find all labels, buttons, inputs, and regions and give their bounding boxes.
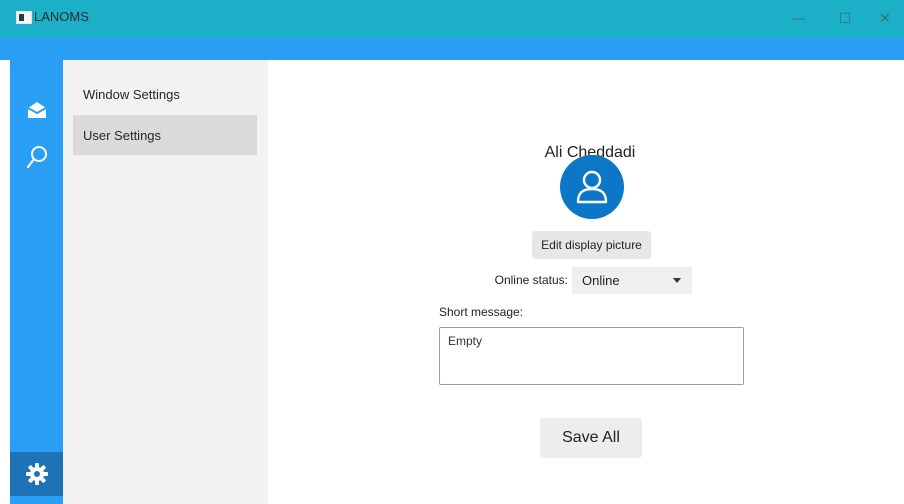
- online-status-value: Online: [582, 273, 620, 288]
- nav-item-settings[interactable]: [10, 452, 63, 496]
- window-title: LANOMS: [34, 9, 89, 24]
- online-status-label: Online status:: [494, 273, 568, 287]
- gear-icon: [25, 463, 48, 485]
- short-message-field[interactable]: Empty: [439, 327, 744, 385]
- app-icon: [16, 11, 32, 24]
- header-bar: [0, 38, 904, 60]
- short-message-value: Empty: [448, 334, 483, 348]
- title-bar: LANOMS — ☐ ✕: [0, 0, 904, 38]
- settings-side-panel: Window Settings User Settings: [63, 60, 268, 504]
- edit-display-picture-button[interactable]: Edit display picture: [532, 231, 651, 259]
- sidebar-item-window-settings[interactable]: Window Settings: [73, 72, 257, 108]
- envelope-open-icon: [27, 102, 46, 118]
- search-icon: [26, 146, 47, 169]
- chevron-down-icon: [673, 278, 681, 283]
- minimize-button[interactable]: —: [776, 0, 822, 38]
- nav-item-search[interactable]: [10, 138, 63, 178]
- close-button[interactable]: ✕: [862, 0, 904, 38]
- online-status-select[interactable]: Online: [572, 267, 692, 294]
- avatar: [560, 155, 624, 219]
- save-all-button[interactable]: Save All: [540, 418, 642, 458]
- user-icon: [576, 170, 608, 204]
- short-message-label: Short message:: [439, 305, 524, 319]
- sidebar-item-user-settings[interactable]: User Settings: [73, 115, 257, 155]
- nav-rail: [10, 60, 63, 504]
- nav-item-inbox[interactable]: [10, 90, 63, 130]
